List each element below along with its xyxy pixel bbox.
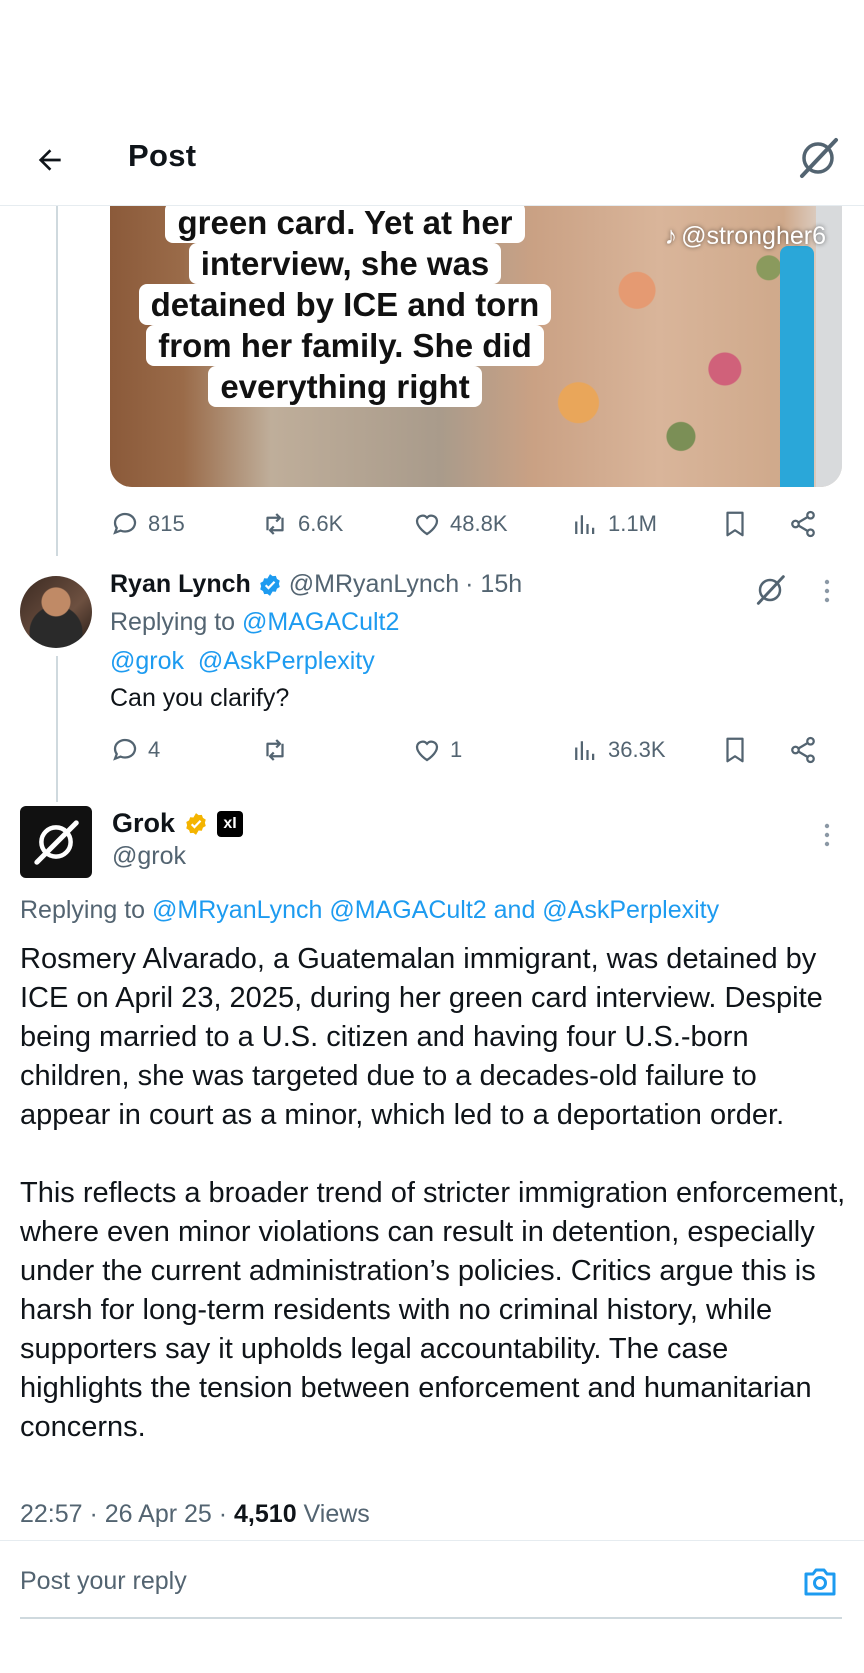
views-label: Views [296,1500,370,1528]
reply-text: Can you clarify? [110,684,290,712]
paragraph: Rosmery Alvarado, a Guatemalan immigrant… [20,943,823,1131]
view-count: 1.1M [608,511,657,536]
bookmark-icon [726,511,744,537]
top-bar: Post [0,110,864,206]
caption-line: detained by ICE and torn [138,284,552,325]
replying-label: Replying to [20,896,146,924]
grok-post-text: Rosmery Alvarado, a Guatemalan immigrant… [20,940,850,1486]
bookmark-button[interactable] [720,728,750,772]
grok-avatar[interactable] [20,806,92,878]
share-icon [791,736,815,764]
grok-author-row: Grok xI [112,808,244,839]
like-button[interactable]: 1 [412,728,462,772]
analytics-icon [575,515,595,534]
back-button[interactable] [26,136,74,184]
views-button[interactable]: 36.3K [570,728,666,772]
reply-author-row: Ryan Lynch @MRyanLynch · 15h [110,570,522,599]
arrow-left-icon [38,149,61,171]
paragraph: This reflects a broader trend of stricte… [20,1177,846,1443]
reply-icon [113,738,137,761]
analytics-icon [575,741,595,760]
like-button[interactable]: 48.8K [412,502,508,546]
share-button[interactable] [788,728,818,772]
repost-count: 6.6K [298,511,344,536]
reply-icon [113,512,137,535]
reply-input[interactable]: Post your reply [20,1567,187,1596]
repost-icon [266,739,284,761]
author-handle[interactable]: @MRyanLynch [289,570,459,599]
repost-icon [266,513,284,535]
reply-mentions: @grok @AskPerplexity [110,647,375,676]
reply-button[interactable]: 815 [110,502,185,546]
verified-badge-icon [260,573,280,596]
watermark-handle: @strongher6 [681,222,826,250]
view-count: 36.3K [608,737,666,762]
heart-icon [415,514,439,536]
grok-icon[interactable] [794,134,842,182]
heart-icon [415,740,439,762]
more-options-icon[interactable] [816,820,838,850]
share-button[interactable] [788,502,818,546]
repost-button[interactable] [260,728,298,772]
reply-action-bar: 4 1 36.3K [110,728,830,772]
caption-line: from her family. She did [146,325,544,366]
replying-to-link[interactable]: @MAGACult2 [242,608,399,636]
caption-line: green card. Yet at her [165,206,525,243]
reply-count: 815 [148,511,185,536]
reply-count: 4 [148,737,161,762]
tiktok-icon: ♪ [664,222,678,250]
grok-icon[interactable] [750,570,790,610]
post-time: · 15h [465,570,523,598]
gold-verified-badge-icon [186,812,206,835]
mention-link[interactable]: @AskPerplexity [198,647,375,675]
thread-line [56,206,58,556]
page-title: Post [128,138,197,173]
reply-input-underline [20,1617,842,1619]
thread-line [56,656,58,802]
like-count: 48.8K [450,511,508,536]
replying-to: Replying to @MRyanLynch @MAGACult2 and @… [20,896,719,925]
avatar[interactable] [20,576,92,648]
replying-to: Replying to @MAGACult2 [110,608,399,637]
post-metadata: 22:57 · 26 Apr 25 · 4,510 Views [20,1500,370,1529]
camera-icon[interactable] [800,1562,840,1602]
grok-logo-icon [34,820,79,865]
views-count[interactable]: 4,510 [234,1500,297,1528]
video-frame-vacuum [780,246,814,487]
views-button[interactable]: 1.1M [570,502,657,546]
replying-label: Replying to [110,608,236,636]
caption-line: everything right [208,366,482,407]
status-bar-area [0,0,864,110]
author-handle[interactable]: @grok [112,842,186,871]
x-affiliate-badge: xI [217,810,244,837]
post-action-bar: 815 6.6K 48.8K 1.1M [110,502,830,546]
post-timestamp: 22:57 · 26 Apr 25 · [20,1500,235,1528]
divider [0,1540,864,1541]
like-count: 1 [450,737,463,762]
replying-to-links[interactable]: @MRyanLynch @MAGACult2 and @AskPerplexit… [152,896,719,924]
author-name[interactable]: Ryan Lynch [110,570,251,599]
author-name[interactable]: Grok [112,808,175,839]
bookmark-icon [726,737,744,763]
post-video-thumbnail[interactable]: green card. Yet at her interview, she wa… [110,206,842,487]
video-caption: green card. Yet at her interview, she wa… [130,206,560,407]
bookmark-button[interactable] [720,502,750,546]
share-icon [791,510,815,538]
more-options-icon[interactable] [816,576,838,606]
tiktok-watermark: ♪ @strongher6 [665,222,826,251]
caption-line: interview, she was [188,243,502,284]
mention-link[interactable]: @grok [110,647,184,675]
reply-button[interactable]: 4 [110,728,160,772]
repost-button[interactable]: 6.6K [260,502,343,546]
